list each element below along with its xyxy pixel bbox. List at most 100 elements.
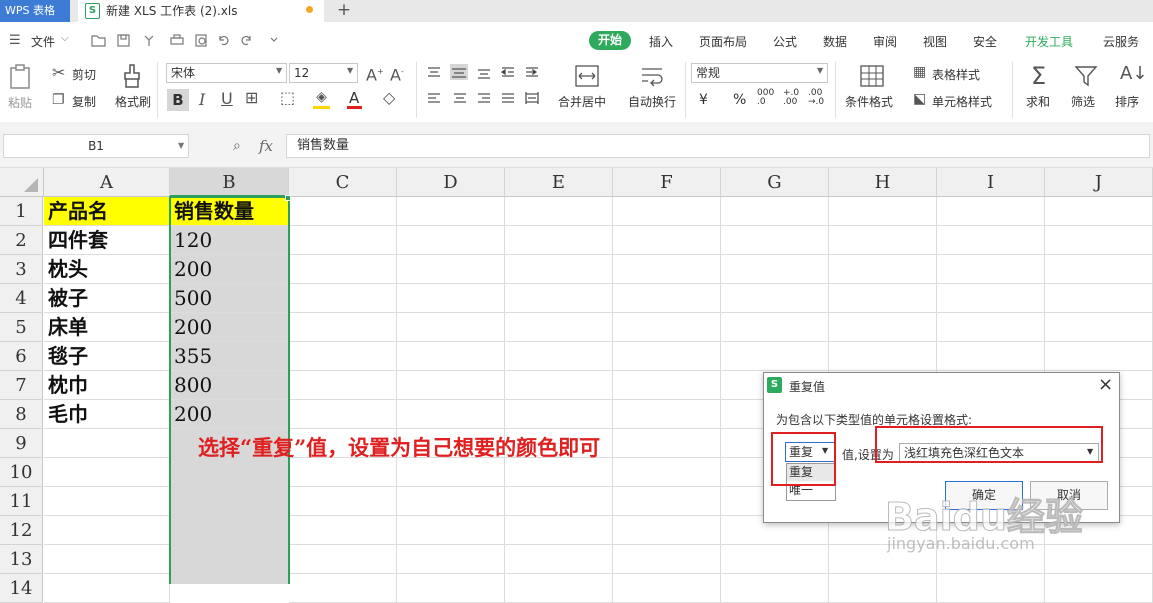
menu-tab-insert[interactable]: 插入 (649, 33, 673, 50)
italic-button[interactable]: I (199, 92, 205, 108)
grid-cell[interactable] (721, 197, 829, 226)
zoom-icon[interactable]: ⌕ (233, 138, 241, 154)
grid-cell[interactable] (613, 371, 721, 400)
grid-cell[interactable] (1045, 545, 1153, 574)
grid-cell[interactable] (505, 226, 613, 255)
grid-cell[interactable] (613, 313, 721, 342)
grid-cell[interactable] (829, 226, 937, 255)
filter-button[interactable]: 筛选 (1071, 93, 1095, 110)
name-box[interactable]: B1 (3, 134, 189, 158)
grid-cell[interactable] (721, 313, 829, 342)
formula-input[interactable]: 销售数量 (286, 134, 1150, 158)
cell-a6[interactable]: 毯子 (44, 342, 170, 371)
grid-cell[interactable] (505, 545, 613, 574)
percent-icon[interactable]: % (733, 92, 746, 108)
cell-a8[interactable]: 毛巾 (44, 400, 170, 429)
column-header[interactable]: J (1045, 168, 1153, 197)
row-header[interactable]: 7 (0, 371, 43, 400)
grid-cell[interactable] (397, 458, 505, 487)
grid-cell[interactable] (505, 400, 613, 429)
grid-cell[interactable] (289, 400, 397, 429)
grid-cell[interactable] (505, 197, 613, 226)
grid-cell[interactable] (613, 400, 721, 429)
column-header[interactable]: A (44, 168, 170, 197)
menu-tab-review[interactable]: 审阅 (873, 33, 897, 50)
cell-a7[interactable]: 枕巾 (44, 371, 170, 400)
grid-cell[interactable] (505, 342, 613, 371)
grid-cell[interactable] (613, 429, 721, 458)
sort-button[interactable]: 排序 (1115, 93, 1139, 110)
row-header[interactable]: 12 (0, 516, 43, 545)
paste-icon[interactable] (8, 64, 34, 90)
column-header[interactable]: B (170, 168, 289, 197)
grid-cell[interactable] (721, 342, 829, 371)
cell-a4[interactable]: 被子 (44, 284, 170, 313)
grid-cell[interactable] (829, 313, 937, 342)
row-header[interactable]: 14 (0, 574, 43, 603)
grid-cell[interactable] (505, 313, 613, 342)
currency-icon[interactable]: ¥ (699, 92, 708, 108)
grid-cell[interactable] (289, 516, 397, 545)
grid-cell[interactable] (289, 313, 397, 342)
grid-cell[interactable] (397, 545, 505, 574)
grid-cell[interactable] (1045, 284, 1153, 313)
clear-format-icon[interactable]: ◇ (383, 90, 395, 106)
cell-fill-icon[interactable]: ⬚ (280, 90, 295, 106)
grid-cell[interactable] (397, 342, 505, 371)
grid-cell[interactable] (721, 226, 829, 255)
cell-a3[interactable]: 枕头 (44, 255, 170, 284)
row-header[interactable]: 3 (0, 255, 43, 284)
row-header[interactable]: 9 (0, 429, 43, 458)
menu-tab-data[interactable]: 数据 (823, 33, 847, 50)
bold-button[interactable]: B (167, 89, 189, 111)
alignment-icons[interactable] (426, 64, 546, 110)
menu-tab-formulas[interactable]: 公式 (773, 33, 797, 50)
grid-cell[interactable] (721, 574, 829, 603)
menu-tab-security[interactable]: 安全 (973, 33, 997, 50)
grid-cell[interactable] (1045, 574, 1153, 603)
grid-cell[interactable] (397, 487, 505, 516)
grid-cell[interactable] (1045, 197, 1153, 226)
grid-cell[interactable] (1045, 342, 1153, 371)
paste-button[interactable]: 粘贴 (8, 94, 32, 111)
grid-cell[interactable] (829, 574, 937, 603)
menu-tab-view[interactable]: 视图 (923, 33, 947, 50)
grid-cell[interactable] (937, 313, 1045, 342)
column-header[interactable]: H (829, 168, 937, 197)
row-header[interactable]: 11 (0, 487, 43, 516)
grid-cell[interactable] (397, 255, 505, 284)
row-header[interactable]: 2 (0, 226, 43, 255)
grid-cell[interactable] (289, 197, 397, 226)
menu-tab-developer[interactable]: 开发工具 (1025, 33, 1073, 50)
grid-cell[interactable] (44, 574, 170, 603)
conditional-format-button[interactable]: 条件格式 (845, 93, 893, 110)
grid-cell[interactable] (721, 545, 829, 574)
underline-button[interactable]: U (221, 91, 233, 107)
grid-cell[interactable] (937, 284, 1045, 313)
menu-tab-home[interactable]: 开始 (589, 31, 631, 50)
row-header[interactable]: 8 (0, 400, 43, 429)
grid-cell[interactable] (721, 255, 829, 284)
column-header[interactable]: G (721, 168, 829, 197)
grid-cell[interactable] (397, 371, 505, 400)
grid-cell[interactable] (613, 487, 721, 516)
grid-cell[interactable] (829, 255, 937, 284)
cell-a1[interactable]: 产品名 (44, 197, 170, 226)
row-header[interactable]: 1 (0, 197, 43, 226)
cell-a2[interactable]: 四件套 (44, 226, 170, 255)
new-tab-button[interactable]: + (334, 0, 354, 22)
column-header[interactable]: D (397, 168, 505, 197)
row-header[interactable]: 5 (0, 313, 43, 342)
grid-cell[interactable] (397, 226, 505, 255)
cut-button[interactable]: 剪切 (72, 66, 96, 83)
grid-cell[interactable] (613, 255, 721, 284)
grid-cell[interactable] (505, 487, 613, 516)
borders-icon[interactable]: ⊞ (245, 90, 258, 106)
grid-cell[interactable] (613, 458, 721, 487)
grid-cell[interactable] (44, 487, 170, 516)
grid-cell[interactable] (505, 284, 613, 313)
wrap-text-button[interactable]: 自动换行 (628, 93, 676, 110)
row-header[interactable]: 13 (0, 545, 43, 574)
grid-cell[interactable] (289, 255, 397, 284)
decrease-font-icon[interactable]: A- (390, 64, 404, 83)
